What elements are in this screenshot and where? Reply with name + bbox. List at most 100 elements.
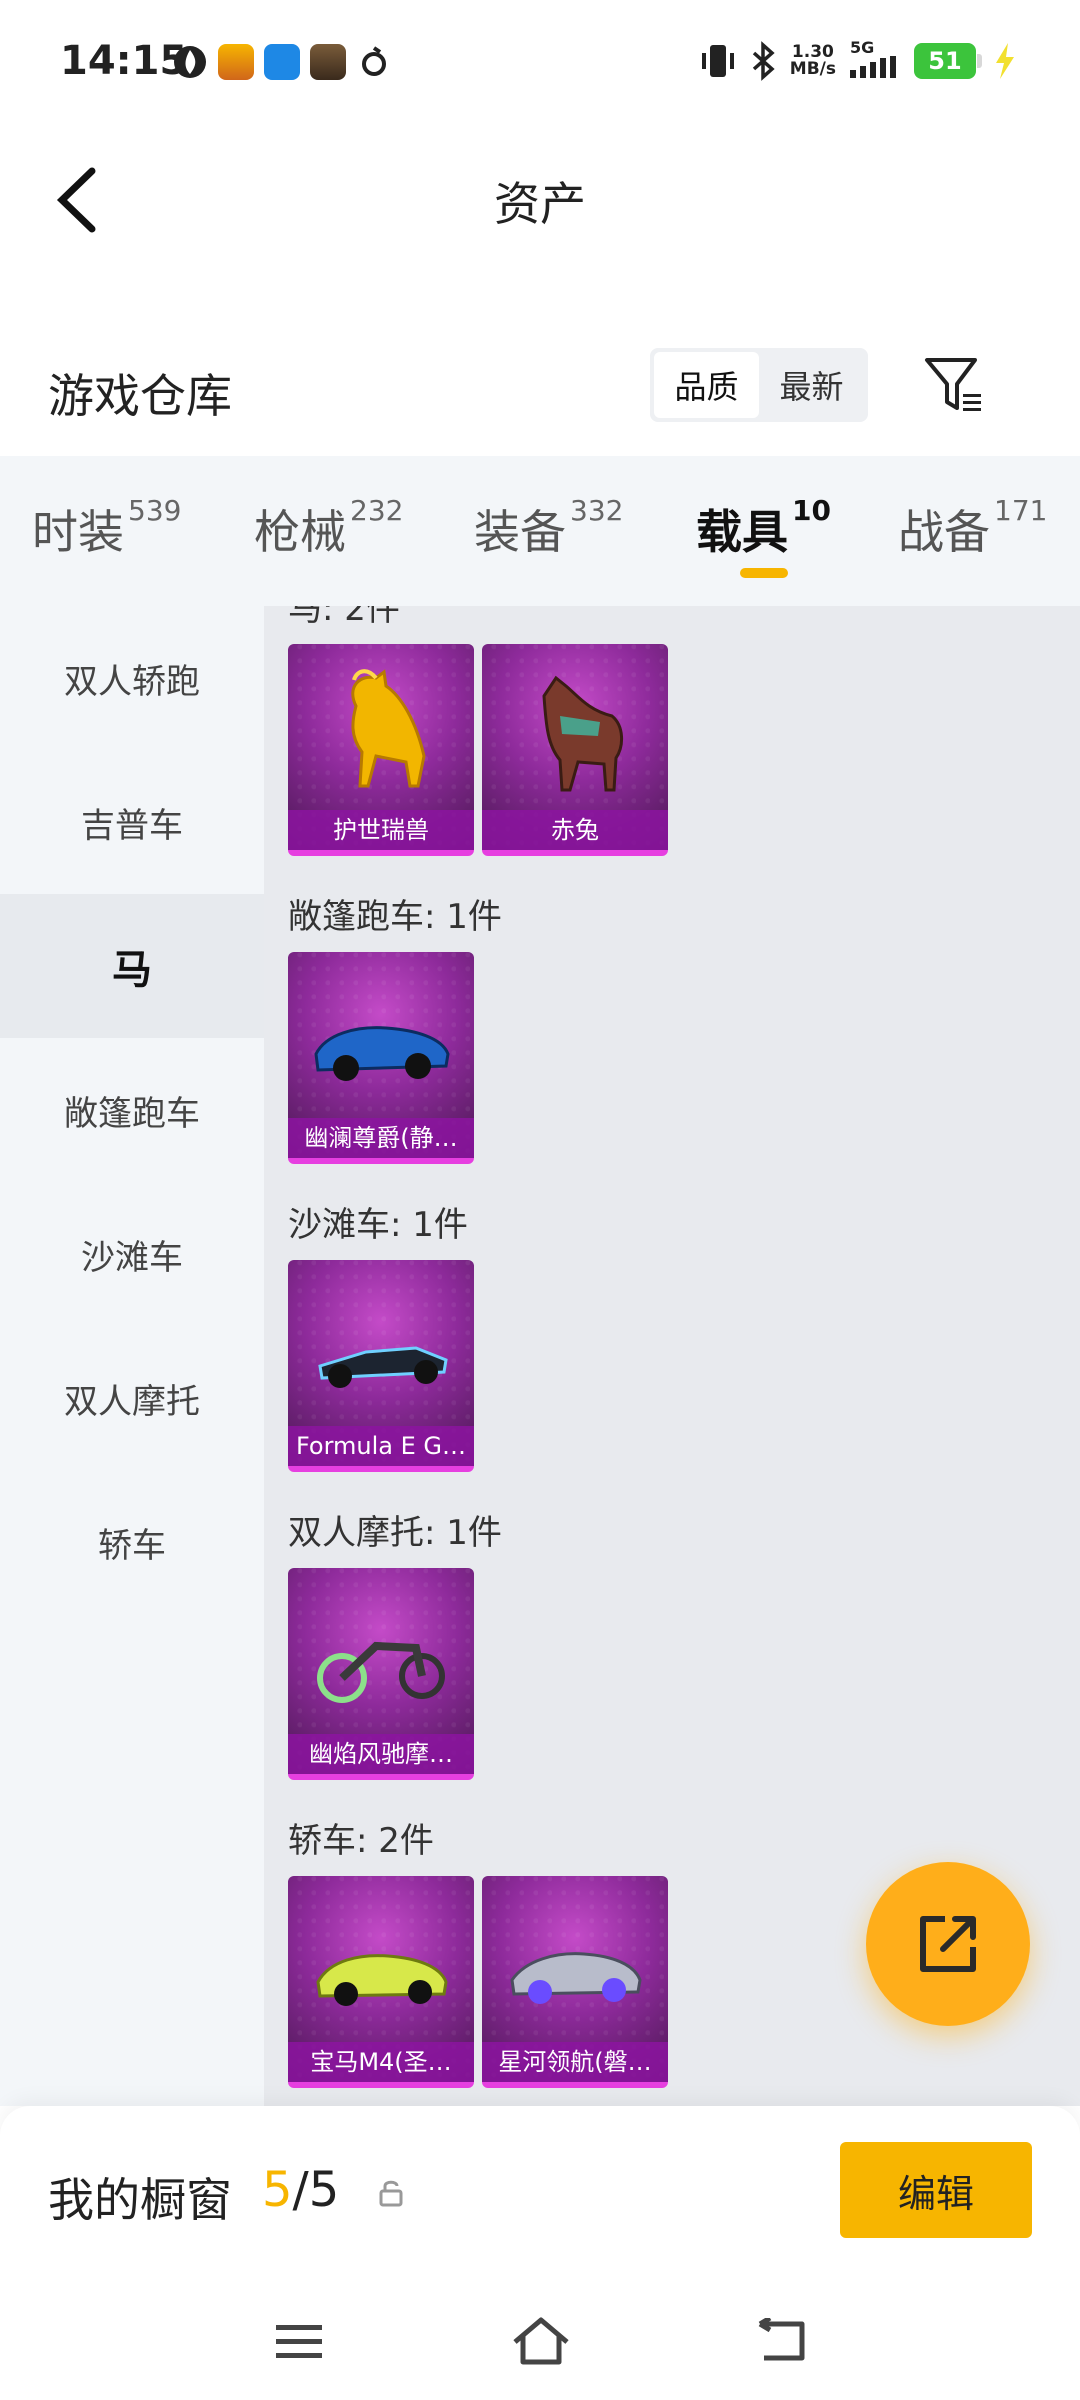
system-navigation-bar: [0, 2286, 1080, 2400]
sort-by-newest[interactable]: 最新: [759, 352, 864, 418]
tab-count: 539: [128, 494, 182, 527]
share-button[interactable]: [866, 1862, 1030, 2026]
item-list: 幽澜尊爵(静…: [288, 952, 502, 1164]
red-hare-horse-image: [542, 675, 623, 792]
tab-label: 时装: [32, 505, 124, 559]
group-label: 轿车: 2件: [288, 1821, 434, 1861]
warehouse-title: 游戏仓库: [48, 369, 232, 423]
group-label: 马: 2件: [288, 606, 400, 629]
item-name: 护世瑞兽: [288, 810, 474, 850]
bluetooth-icon: [752, 41, 775, 81]
sort-toggle: 品质 最新: [650, 348, 868, 422]
tab-label: 装备: [474, 505, 566, 559]
sidebar-item-jeep[interactable]: 吉普车: [0, 750, 264, 894]
tab-guns[interactable]: 枪械 232: [254, 494, 404, 562]
item-card[interactable]: 幽澜尊爵(静…: [288, 952, 474, 1164]
sidebar-item-coupe[interactable]: 双人轿跑: [0, 606, 264, 750]
warehouse-header: 游戏仓库 品质 最新: [0, 320, 1080, 460]
sidebar-item-convertible[interactable]: 敞篷跑车: [0, 1038, 264, 1182]
item-name: 赤兔: [482, 810, 668, 850]
network-speed: 1.30 MB/s: [790, 44, 836, 78]
item-card[interactable]: 星河领航(磐…: [482, 1876, 668, 2088]
item-card[interactable]: Formula E G…: [288, 1260, 474, 1472]
sidebar-item-buggy[interactable]: 沙滩车: [0, 1182, 264, 1326]
share-icon: [920, 1916, 976, 1972]
group-buggy: 沙滩车: 1件 Formula E G…: [288, 1200, 474, 1472]
golden-beast-image: [351, 669, 426, 788]
status-bar: 14:15 1.30 MB/s 5G 51: [0, 0, 1080, 130]
item-card[interactable]: 幽焰风驰摩…: [288, 1568, 474, 1780]
status-indicators: 1.30 MB/s 5G 51: [700, 40, 1020, 82]
group-label: 敞篷跑车: 1件: [288, 897, 502, 937]
tab-label: 枪械: [254, 505, 346, 559]
filter-button[interactable]: [918, 350, 988, 420]
tab-count: 171: [994, 494, 1048, 527]
tab-outfits[interactable]: 时装 539: [32, 494, 182, 562]
signal-bars-icon: [850, 56, 896, 78]
lock-icon: [379, 2180, 403, 2207]
network-type: 5G: [850, 38, 875, 57]
tab-label: 载具: [696, 505, 788, 559]
battery-indicator: 51: [914, 43, 982, 79]
menu-icon: [276, 2325, 322, 2358]
tab-count: 10: [792, 494, 831, 527]
back-nav-button[interactable]: [746, 2306, 816, 2376]
filter-icon: [925, 358, 981, 411]
item-list: 护世瑞兽 赤兔: [288, 644, 668, 856]
tab-equipment[interactable]: 装备 332: [474, 494, 624, 562]
showcase-total: 5: [308, 2162, 340, 2218]
item-list: 宝马M4(圣… 星河领航(磐…: [288, 1876, 668, 2088]
group-convertible: 敞篷跑车: 1件 幽澜尊爵(静…: [288, 892, 502, 1164]
group-horse: 马: 2件 护世瑞兽 赤兔: [288, 606, 668, 856]
formula-e-car-image: [318, 1346, 448, 1388]
vibrate-icon: [701, 45, 734, 77]
page-title: 资产: [494, 177, 586, 231]
category-tabs: 时装 539 枪械 232 装备 332 载具 10 战备 171: [0, 456, 1080, 606]
group-label: 双人摩托: 1件: [288, 1513, 502, 1553]
showcase-current: 5: [262, 2162, 293, 2218]
sidebar-item-sedan[interactable]: 轿车: [0, 1470, 264, 1614]
network-signal: 5G: [850, 40, 900, 82]
item-card[interactable]: 宝马M4(圣…: [288, 1876, 474, 2088]
flame-icon: [174, 46, 206, 78]
home-nav-button[interactable]: [506, 2306, 576, 2376]
home-icon: [513, 2317, 569, 2365]
game-app-icon: [218, 44, 254, 80]
edit-button[interactable]: 编辑: [840, 2142, 1032, 2238]
back-arrow-icon: [758, 2318, 805, 2361]
item-list: 幽焰风驰摩…: [288, 1568, 502, 1780]
sort-by-quality[interactable]: 品质: [654, 352, 759, 418]
group-sedan: 轿车: 2件 宝马M4(圣… 星河领航(磐…: [288, 1816, 668, 2088]
group-label: 沙滩车: 1件: [288, 1205, 468, 1245]
tab-count: 232: [350, 494, 404, 527]
broadcast-app-icon: [264, 44, 300, 80]
item-card[interactable]: 护世瑞兽: [288, 644, 474, 856]
tab-label: 战备: [898, 505, 990, 559]
item-name: 星河领航(磐…: [482, 2042, 668, 2082]
showcase-separator: /: [292, 2162, 309, 2218]
tab-count: 332: [570, 494, 624, 527]
showcase-title: 我的橱窗: [48, 2173, 232, 2227]
status-app-icons: [172, 44, 392, 80]
item-name: Formula E G…: [288, 1426, 474, 1466]
status-time: 14:15: [60, 38, 188, 84]
group-motorcycle: 双人摩托: 1件 幽焰风驰摩…: [288, 1508, 502, 1780]
blue-convertible-image: [314, 1026, 450, 1081]
showcase-bar: 我的橱窗 5/5 编辑: [0, 2106, 1080, 2286]
item-name: 幽焰风驰摩…: [288, 1734, 474, 1774]
sidebar-item-horse[interactable]: 马: [0, 894, 264, 1038]
title-bar: 资产: [0, 130, 1080, 270]
showcase-count: 5/5: [262, 2162, 339, 2218]
ghost-flame-motorcycle-image: [317, 1641, 445, 1703]
active-tab-indicator: [740, 568, 788, 578]
network-speed-unit: MB/s: [789, 59, 836, 79]
menu-nav-button[interactable]: [264, 2306, 334, 2376]
charging-bolt-icon: [996, 43, 1014, 79]
sidebar-item-motorcycle[interactable]: 双人摩托: [0, 1326, 264, 1470]
bmw-m4-image: [316, 1954, 448, 2006]
item-card[interactable]: 赤兔: [482, 644, 668, 856]
item-name: 幽澜尊爵(静…: [288, 1118, 474, 1158]
tab-vehicles[interactable]: 载具 10: [696, 494, 831, 562]
vehicle-type-sidebar: 双人轿跑 吉普车 马 敞篷跑车 沙滩车 双人摩托 轿车: [0, 606, 264, 2106]
tab-battle-gear[interactable]: 战备 171: [898, 494, 1048, 562]
